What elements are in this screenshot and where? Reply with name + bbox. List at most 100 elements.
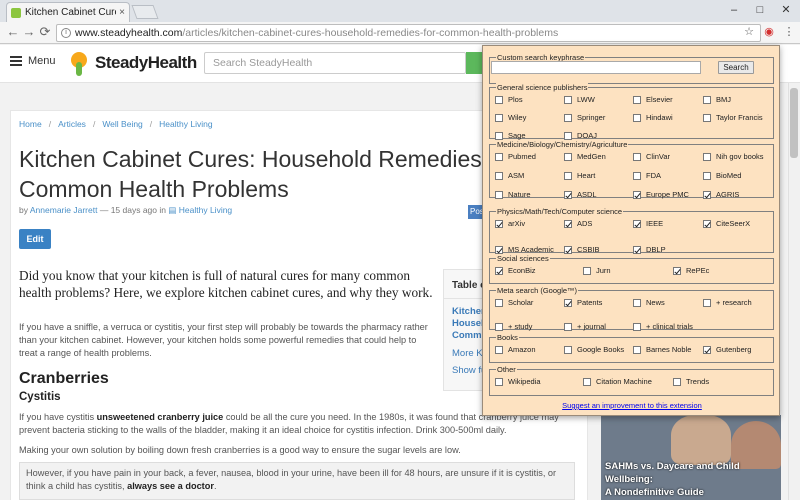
edit-button[interactable]: Edit [19, 229, 51, 249]
checkbox-icon[interactable] [703, 113, 711, 122]
breadcrumb-home[interactable]: Home [19, 119, 42, 129]
checkbox-option[interactable]: + journal [564, 322, 606, 331]
checkbox-option[interactable]: Scholar [495, 298, 533, 307]
checkbox-checked-icon[interactable] [703, 190, 711, 199]
checkbox-icon[interactable] [703, 298, 711, 307]
checkbox-option[interactable]: + study [495, 322, 532, 331]
checkbox-icon[interactable] [564, 131, 572, 140]
checkbox-option[interactable]: Patents [564, 298, 602, 307]
checkbox-icon[interactable] [495, 131, 503, 140]
checkbox-checked-icon[interactable] [495, 245, 503, 254]
checkbox-option[interactable]: RePEc [673, 266, 709, 275]
checkbox-icon[interactable] [583, 377, 591, 386]
close-window-button[interactable]: ✕ [776, 2, 796, 18]
checkbox-icon[interactable] [633, 298, 641, 307]
toc-link[interactable]: Comm [452, 330, 482, 342]
checkbox-checked-icon[interactable] [703, 219, 711, 228]
checkbox-icon[interactable] [495, 171, 503, 180]
checkbox-icon[interactable] [495, 298, 503, 307]
checkbox-option[interactable]: BMJ [703, 95, 731, 104]
checkbox-option[interactable]: Pubmed [495, 152, 536, 161]
checkbox-option[interactable]: Google Books [564, 345, 624, 354]
checkbox-icon[interactable] [703, 152, 711, 161]
checkbox-icon[interactable] [564, 152, 572, 161]
checkbox-checked-icon[interactable] [564, 298, 572, 307]
checkbox-icon[interactable] [673, 377, 681, 386]
checkbox-option[interactable]: BioMed [703, 171, 741, 180]
tab-close-icon[interactable]: × [119, 7, 125, 18]
checkbox-checked-icon[interactable] [673, 266, 681, 275]
checkbox-option[interactable]: Springer [564, 113, 605, 122]
checkbox-option[interactable]: arXiv [495, 219, 525, 228]
new-tab-button[interactable] [131, 5, 159, 19]
reload-icon[interactable]: ⟳ [38, 25, 52, 39]
checkbox-option[interactable]: Gutenberg [703, 345, 751, 354]
toc-more-link[interactable]: More Ki [452, 348, 485, 359]
checkbox-option[interactable]: Plos [495, 95, 523, 104]
checkbox-option[interactable]: Wikipedia [495, 377, 541, 386]
checkbox-icon[interactable] [564, 171, 572, 180]
checkbox-option[interactable]: Nih gov books [703, 152, 764, 161]
checkbox-option[interactable]: AGRIS [703, 190, 739, 199]
breadcrumb-healthy-living[interactable]: Healthy Living [159, 119, 212, 129]
keyphrase-input[interactable] [491, 61, 701, 74]
checkbox-option[interactable]: DOAJ [564, 131, 597, 140]
checkbox-option[interactable]: MS Academic [495, 245, 554, 254]
address-bar[interactable]: i www.steadyhealth.com/articles/kitchen-… [56, 24, 761, 42]
checkbox-option[interactable]: CiteSeerX [703, 219, 750, 228]
bookmark-star-icon[interactable]: ☆ [742, 25, 756, 39]
checkbox-checked-icon[interactable] [564, 219, 572, 228]
checkbox-option[interactable]: ASM [495, 171, 524, 180]
checkbox-option[interactable]: Citation Machine [583, 377, 652, 386]
checkbox-checked-icon[interactable] [633, 219, 641, 228]
checkbox-option[interactable]: CSBIB [564, 245, 600, 254]
search-button[interactable]: Search [718, 61, 754, 74]
extension-icon[interactable]: ◉ [762, 25, 776, 39]
back-arrow-icon[interactable]: ← [6, 25, 20, 39]
checkbox-option[interactable]: DBLP [633, 245, 666, 254]
author-link[interactable]: Annemarie Jarrett [30, 205, 98, 215]
site-logo[interactable]: SteadyHealth [66, 50, 197, 76]
checkbox-option[interactable]: Amazon [495, 345, 536, 354]
checkbox-icon[interactable] [564, 95, 572, 104]
checkbox-icon[interactable] [564, 322, 572, 331]
checkbox-icon[interactable] [495, 190, 503, 199]
checkbox-option[interactable]: News [633, 298, 665, 307]
checkbox-option[interactable]: Barnes Noble [633, 345, 691, 354]
checkbox-checked-icon[interactable] [495, 219, 503, 228]
checkbox-icon[interactable] [583, 266, 591, 275]
checkbox-checked-icon[interactable] [495, 266, 503, 275]
checkbox-icon[interactable] [633, 171, 641, 180]
checkbox-option[interactable]: Trends [673, 377, 709, 386]
checkbox-option[interactable]: ASDL [564, 190, 597, 199]
checkbox-icon[interactable] [564, 113, 572, 122]
checkbox-icon[interactable] [495, 345, 503, 354]
checkbox-checked-icon[interactable] [633, 245, 641, 254]
browser-tab[interactable]: Kitchen Cabinet Cures: H × [6, 2, 130, 22]
checkbox-option[interactable]: Taylor Francis [703, 113, 763, 122]
checkbox-option[interactable]: + clinical trials [633, 322, 693, 331]
checkbox-icon[interactable] [703, 171, 711, 180]
sidebar-article-card[interactable]: SAHMs vs. Daycare and Child Wellbeing: A… [601, 415, 781, 500]
checkbox-option[interactable]: ClinVar [633, 152, 670, 161]
checkbox-option[interactable]: IEEE [633, 219, 663, 228]
menu-button[interactable]: Menu [10, 55, 56, 67]
checkbox-option[interactable]: Elsevier [633, 95, 673, 104]
checkbox-icon[interactable] [495, 152, 503, 161]
checkbox-option[interactable]: Jurn [583, 266, 611, 275]
page-info-icon[interactable]: i [61, 28, 71, 38]
checkbox-icon[interactable] [633, 95, 641, 104]
checkbox-option[interactable]: MedGen [564, 152, 606, 161]
checkbox-icon[interactable] [633, 113, 641, 122]
checkbox-option[interactable]: + research [703, 298, 752, 307]
scrollbar-thumb[interactable] [790, 88, 798, 158]
maximize-button[interactable]: □ [750, 2, 770, 18]
site-search-input[interactable]: Search SteadyHealth [204, 52, 466, 74]
checkbox-option[interactable]: Europe PMC [633, 190, 689, 199]
checkbox-icon[interactable] [495, 95, 503, 104]
checkbox-icon[interactable] [495, 113, 503, 122]
checkbox-icon[interactable] [633, 152, 641, 161]
checkbox-option[interactable]: Hindawi [633, 113, 673, 122]
checkbox-icon[interactable] [495, 377, 503, 386]
checkbox-checked-icon[interactable] [564, 245, 572, 254]
